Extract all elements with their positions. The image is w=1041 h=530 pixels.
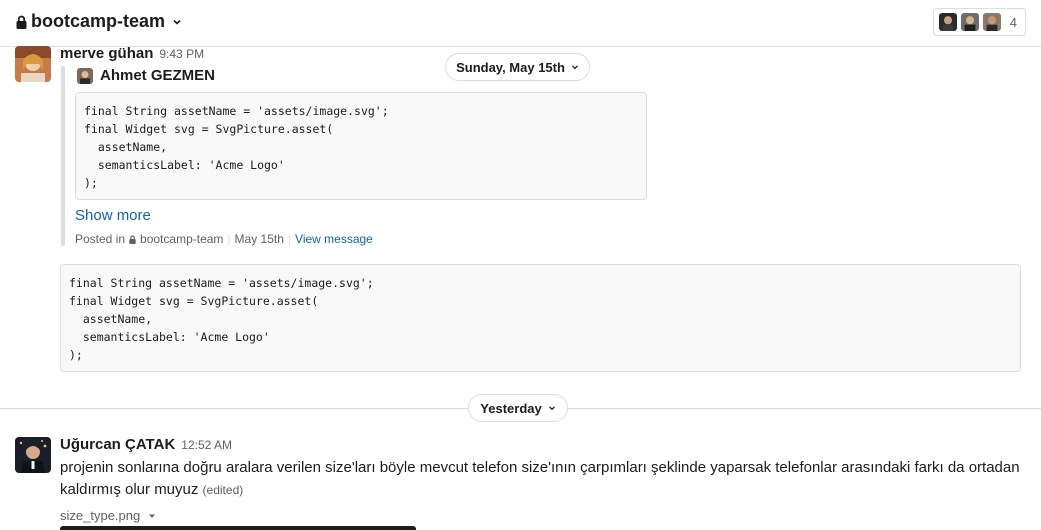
message-code-block: final String assetName = 'assets/image.s… [60, 264, 1021, 372]
posted-in-label: Posted in [75, 232, 126, 246]
member-count-button[interactable]: 4 [932, 8, 1026, 36]
posted-in-info: Posted in bootcamp-team | May 15th | Vie… [75, 232, 373, 246]
date-divider-button[interactable]: Sunday, May 15th [445, 53, 590, 81]
shared-message-bar [61, 66, 65, 246]
date-divider-label: Yesterday [480, 400, 542, 416]
image-preview[interactable] [60, 526, 416, 530]
show-more-link[interactable]: Show more [75, 207, 151, 224]
avatar[interactable] [77, 67, 93, 84]
message-author[interactable]: Uğurcan ÇATAK [60, 436, 175, 453]
separator: | [287, 232, 292, 246]
message-time[interactable]: 12:52 AM [181, 438, 232, 452]
avatar[interactable] [15, 437, 51, 473]
message-header: Uğurcan ÇATAK 12:52 AM [60, 436, 232, 453]
caret-down-icon [149, 514, 156, 518]
date-divider-label: Sunday, May 15th [456, 59, 565, 75]
member-avatar [981, 12, 1002, 32]
shared-code-block: final String assetName = 'assets/image.s… [75, 92, 647, 200]
lock-icon [16, 15, 27, 29]
shared-message-author: Ahmet GEZMEN [77, 67, 215, 84]
user-avatar-image [15, 46, 51, 82]
edited-label: (edited) [202, 483, 244, 497]
member-count: 4 [1009, 14, 1017, 30]
file-name: size_type.png [60, 508, 141, 523]
chevron-down-icon [548, 406, 555, 411]
message-text: projenin sonlarına doğru aralara verilen… [60, 457, 1020, 501]
message-author[interactable]: merve gühan [60, 45, 153, 62]
date-divider-button[interactable]: Yesterday [468, 394, 568, 422]
user-avatar-image [15, 437, 51, 473]
channel-name: bootcamp-team [31, 11, 166, 31]
chevron-down-icon [571, 65, 578, 70]
channel-title-button[interactable]: bootcamp-team [16, 11, 182, 32]
channel-header: bootcamp-team 4 [0, 0, 1041, 47]
posted-date[interactable]: May 15th [235, 232, 284, 246]
message-header: merve gühan 9:43 PM [60, 45, 204, 62]
member-avatar [959, 12, 980, 32]
chevron-down-icon [173, 19, 181, 25]
file-attachment-toggle[interactable]: size_type.png [60, 508, 156, 523]
message-time[interactable]: 9:43 PM [159, 47, 204, 61]
posted-in-channel[interactable]: bootcamp-team [140, 232, 223, 246]
lock-icon [129, 235, 136, 244]
member-avatar [937, 12, 958, 32]
shared-author-name[interactable]: Ahmet GEZMEN [100, 67, 215, 84]
separator: | [227, 232, 231, 246]
view-message-link[interactable]: View message [295, 232, 373, 246]
avatar[interactable] [15, 46, 51, 82]
